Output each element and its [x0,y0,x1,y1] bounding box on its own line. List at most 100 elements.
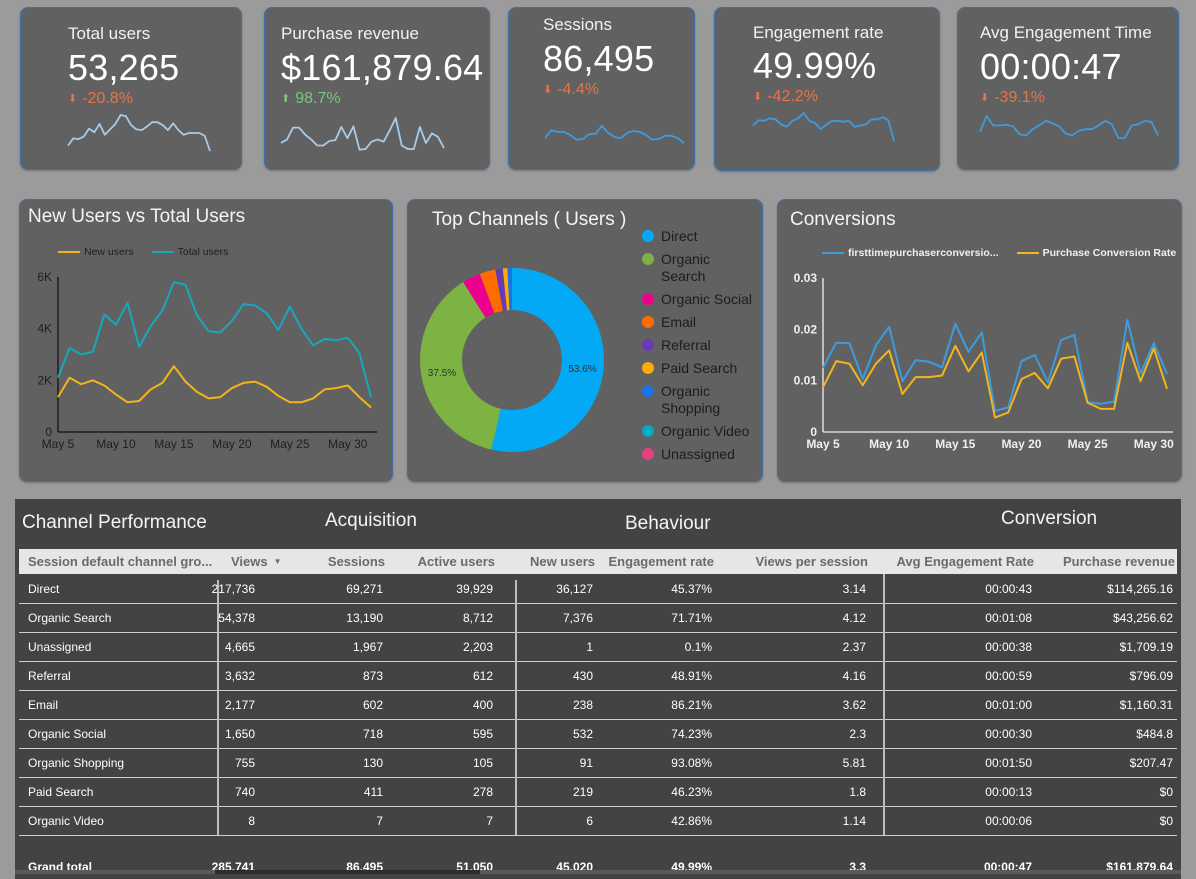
data-point[interactable] [1151,346,1156,351]
legend-item-direct[interactable]: Direct [642,228,762,245]
data-point[interactable] [148,387,153,392]
data-point[interactable] [334,386,339,391]
data-point[interactable] [993,415,998,420]
table-row[interactable]: Organic Search 54,378 13,190 8,712 7,376 71.7… [19,604,1177,633]
data-point[interactable] [137,399,142,404]
data-point[interactable] [1125,318,1130,323]
table-row[interactable]: Paid Search 740 411 278 219 46.23% 1.8 00:00:13… [19,778,1177,807]
data-point[interactable] [90,349,95,354]
column-header-views-per-session[interactable]: Views per session [756,549,869,574]
data-point[interactable] [953,321,958,326]
table-row[interactable]: Direct 217,736 69,271 39,929 36,127 45.37% 3.1… [19,575,1177,604]
column-header-active-users[interactable]: Active users [418,549,495,574]
data-point[interactable] [171,280,176,285]
data-point[interactable] [1165,371,1170,376]
data-point[interactable] [113,322,118,327]
legend-item-organic-video[interactable]: Organic Video [642,423,762,440]
data-point[interactable] [79,352,84,357]
column-header-avg-engagement-rate[interactable]: Avg Engagement Rate [897,549,1035,574]
data-point[interactable] [953,343,958,348]
data-point[interactable] [253,379,258,384]
data-point[interactable] [322,387,327,392]
data-point[interactable] [1151,341,1156,346]
legend-item-organic-shopping[interactable]: Organic Shopping [642,383,762,417]
data-point[interactable] [90,378,95,383]
channels-donut-chart[interactable]: 53.6% 37.5% [408,200,638,483]
data-point[interactable] [1125,340,1130,345]
data-point[interactable] [79,382,84,387]
data-point[interactable] [345,335,350,340]
data-point[interactable] [253,303,258,308]
data-point[interactable] [821,385,826,390]
data-point[interactable] [979,330,984,335]
data-point[interactable] [311,396,316,401]
data-point[interactable] [913,375,918,380]
data-point[interactable] [195,389,200,394]
data-point[interactable] [913,358,918,363]
data-point[interactable] [873,343,878,348]
data-point[interactable] [125,300,130,305]
data-point[interactable] [218,330,223,335]
data-point[interactable] [1032,353,1037,358]
data-point[interactable] [125,400,130,405]
data-point[interactable] [940,373,945,378]
data-point[interactable] [873,361,878,366]
table-row[interactable]: Referral 3,632 873 612 430 48.91% 4.16 00:00:59… [19,662,1177,691]
data-point[interactable] [56,375,61,380]
data-point[interactable] [241,302,246,307]
data-point[interactable] [1085,400,1090,405]
data-point[interactable] [56,395,61,400]
table-row[interactable]: Unassigned 4,665 1,967 2,203 1 0.1% 2.37 00:00:… [19,633,1177,662]
data-point[interactable] [926,359,931,364]
table-row[interactable]: Organic Shopping 755 130 105 91 93.08% 5.81 00:… [19,749,1177,778]
data-point[interactable] [1059,356,1064,361]
data-point[interactable] [276,393,281,398]
data-point[interactable] [206,329,211,334]
data-point[interactable] [67,375,72,380]
data-point[interactable] [287,400,292,405]
data-point[interactable] [102,383,107,388]
data-point[interactable] [821,365,826,370]
data-point[interactable] [966,349,971,354]
legend-item-organic-social[interactable]: Organic Social [642,291,762,308]
data-point[interactable] [148,324,153,329]
data-point[interactable] [1112,406,1117,411]
conversions-line-chart[interactable]: 00.010.020.03May 5 May 10 May 15 May 20 May … [778,200,1183,483]
data-point[interactable] [1006,410,1011,415]
data-point[interactable] [1059,338,1064,343]
data-point[interactable] [1165,386,1170,391]
data-point[interactable] [264,311,269,316]
data-point[interactable] [834,340,839,345]
data-point[interactable] [1072,332,1077,337]
data-point[interactable] [299,326,304,331]
data-point[interactable] [887,324,892,329]
data-point[interactable] [137,344,142,349]
column-header-views[interactable]: Views ▼ [231,549,282,574]
data-point[interactable] [160,380,165,385]
horizontal-scrollbar[interactable] [15,870,1181,874]
legend-item-paid-search[interactable]: Paid Search [642,360,762,377]
data-point[interactable] [195,313,200,318]
data-point[interactable] [229,318,234,323]
data-point[interactable] [1072,354,1077,359]
data-point[interactable] [1019,359,1024,364]
data-point[interactable] [183,379,188,384]
data-point[interactable] [206,396,211,401]
data-point[interactable] [1098,406,1103,411]
data-point[interactable] [900,392,905,397]
data-point[interactable] [1032,370,1037,375]
data-point[interactable] [229,386,234,391]
data-point[interactable] [940,365,945,370]
data-point[interactable] [900,379,905,384]
column-header-engagement-rate[interactable]: Engagement rate [609,549,714,574]
data-point[interactable] [113,392,118,397]
data-point[interactable] [1138,379,1143,384]
data-point[interactable] [1019,377,1024,382]
scrollbar-thumb[interactable] [215,870,480,874]
users-line-chart[interactable]: 02K4K6KMay 5 May 10 May 15 May 20 May 25 May … [20,200,394,483]
data-point[interactable] [345,383,350,388]
data-point[interactable] [847,361,852,366]
data-point[interactable] [276,327,281,332]
data-point[interactable] [67,346,72,351]
data-point[interactable] [966,369,971,374]
